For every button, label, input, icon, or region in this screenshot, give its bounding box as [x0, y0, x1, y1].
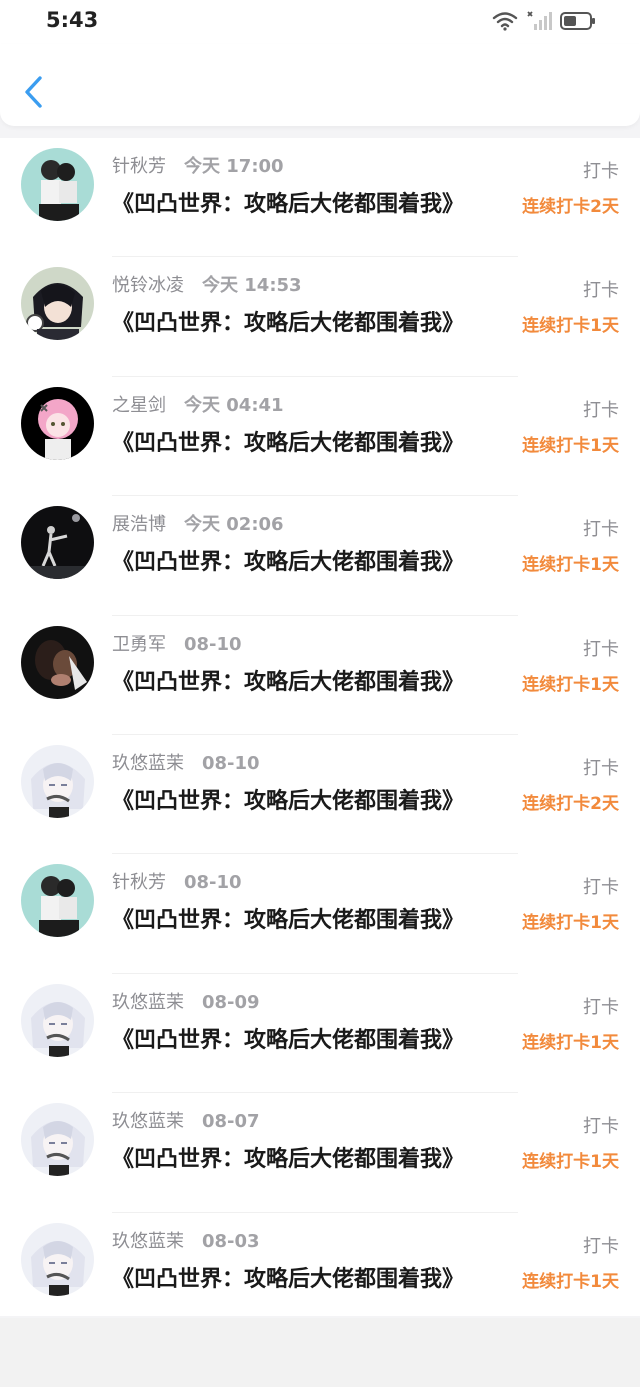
- user-name[interactable]: 悦铃冰凌: [112, 275, 184, 296]
- checkin-time: 08-10: [184, 872, 242, 894]
- checkin-label: 打卡: [583, 519, 619, 541]
- list-item[interactable]: 悦铃冰凌 今天 14:53 《凹凸世界：攻略后大佬都围着我》 打卡连续打卡1天: [0, 257, 640, 377]
- avatar[interactable]: [21, 148, 94, 221]
- list-item[interactable]: 展浩博 今天 02:06 《凹凸世界：攻略后大佬都围着我》 打卡连续打卡1天: [0, 496, 640, 616]
- back-button[interactable]: [18, 72, 52, 112]
- book-title: 《凹凸世界：攻略后大佬都围着我》: [112, 550, 465, 576]
- item-meta: 展浩博 今天 02:06: [112, 510, 284, 536]
- item-meta: 悦铃冰凌 今天 14:53: [112, 271, 302, 297]
- streak-badge: 连续打卡1天: [522, 1032, 619, 1053]
- item-meta: 玖悠蓝茉 08-10: [112, 749, 260, 775]
- item-meta: 玖悠蓝茉 08-03: [112, 1227, 260, 1253]
- streak-badge: 连续打卡1天: [522, 1152, 619, 1173]
- list-item[interactable]: 玖悠蓝茉 08-07 《凹凸世界：攻略后大佬都围着我》 打卡连续打卡1天: [0, 1093, 640, 1213]
- book-title: 《凹凸世界：攻略后大佬都围着我》: [112, 908, 465, 934]
- user-name[interactable]: 玖悠蓝茉: [112, 992, 184, 1013]
- streak-badge: 连续打卡2天: [522, 197, 619, 217]
- battery-icon: [560, 12, 595, 30]
- avatar[interactable]: [21, 625, 94, 699]
- user-name[interactable]: 针秋芳: [112, 872, 166, 893]
- footer-area: [0, 1318, 640, 1387]
- avatar[interactable]: [21, 983, 94, 1057]
- checkin-label: 打卡: [583, 757, 619, 779]
- book-title: 《凹凸世界：攻略后大佬都围着我》: [112, 192, 465, 217]
- list-item[interactable]: 针秋芳 今天 17:00 《凹凸世界：攻略后大佬都围着我》 打卡连续打卡2天: [0, 138, 640, 258]
- checkin-label: 打卡: [583, 1235, 619, 1257]
- status-icons: [492, 10, 596, 32]
- item-meta: 针秋芳 08-10: [112, 868, 242, 894]
- avatar[interactable]: [21, 864, 94, 938]
- avatar[interactable]: [21, 386, 94, 460]
- streak-badge: 连续打卡1天: [522, 435, 619, 456]
- checkin-time: 今天 17:00: [184, 156, 284, 177]
- list-item[interactable]: 玖悠蓝茉 08-09 《凹凸世界：攻略后大佬都围着我》 打卡连续打卡1天: [0, 974, 640, 1094]
- book-title: 《凹凸世界：攻略后大佬都围着我》: [112, 1027, 465, 1053]
- avatar[interactable]: [21, 506, 94, 580]
- streak-badge: 连续打卡1天: [522, 316, 619, 337]
- user-name[interactable]: 玖悠蓝茉: [112, 1111, 184, 1132]
- book-title: 《凹凸世界：攻略后大佬都围着我》: [112, 1147, 465, 1173]
- user-name[interactable]: 针秋芳: [112, 156, 166, 177]
- book-title: 《凹凸世界：攻略后大佬都围着我》: [112, 669, 465, 695]
- checkin-label: 打卡: [583, 996, 619, 1018]
- user-name[interactable]: 卫勇军: [112, 634, 166, 655]
- streak-badge: 连续打卡1天: [522, 674, 619, 695]
- user-name[interactable]: 之星剑: [112, 395, 166, 416]
- checkin-label: 打卡: [583, 280, 619, 302]
- list-item[interactable]: 玖悠蓝茉 08-03 《凹凸世界：攻略后大佬都围着我》 打卡连续打卡1天: [0, 1213, 640, 1332]
- checkin-time: 今天 14:53: [202, 275, 302, 297]
- avatar[interactable]: [21, 267, 94, 341]
- checkin-time: 08-03: [202, 1230, 260, 1252]
- checkin-time: 08-07: [202, 1111, 260, 1133]
- user-name[interactable]: 玖悠蓝茉: [112, 1231, 184, 1252]
- book-title: 《凹凸世界：攻略后大佬都围着我》: [112, 788, 465, 814]
- checkin-label: 打卡: [583, 399, 619, 421]
- avatar[interactable]: [21, 1103, 94, 1177]
- item-meta: 卫勇军 08-10: [112, 630, 242, 656]
- checkin-label: 打卡: [583, 161, 619, 182]
- book-title: 《凹凸世界：攻略后大佬都围着我》: [112, 430, 465, 456]
- list-item[interactable]: 玖悠蓝茉 08-10 《凹凸世界：攻略后大佬都围着我》 打卡连续打卡2天: [0, 735, 640, 855]
- list-item[interactable]: 之星剑 今天 04:41 《凹凸世界：攻略后大佬都围着我》 打卡连续打卡1天: [0, 377, 640, 497]
- item-meta: 玖悠蓝茉 08-07: [112, 1107, 260, 1133]
- avatar[interactable]: [21, 744, 94, 818]
- user-name[interactable]: 玖悠蓝茉: [112, 753, 184, 774]
- checkin-label: 打卡: [583, 638, 619, 660]
- status-time: 5:43: [46, 8, 99, 32]
- checkin-time: 08-09: [202, 991, 260, 1013]
- item-meta: 针秋芳 今天 17:00: [112, 152, 284, 178]
- checkin-label: 打卡: [583, 877, 619, 899]
- streak-badge: 连续打卡1天: [522, 555, 619, 576]
- list-item[interactable]: 卫勇军 08-10 《凹凸世界：攻略后大佬都围着我》 打卡连续打卡1天: [0, 616, 640, 735]
- checkin-time: 今天 04:41: [184, 394, 284, 416]
- book-title: 《凹凸世界：攻略后大佬都围着我》: [112, 1266, 465, 1292]
- streak-badge: 连续打卡1天: [522, 1271, 619, 1292]
- status-bar: 5:43: [0, 0, 640, 44]
- streak-badge: 连续打卡1天: [522, 913, 619, 934]
- item-meta: 玖悠蓝茉 08-09: [112, 988, 260, 1014]
- checkin-time: 08-10: [184, 633, 242, 655]
- chevron-left-icon: [25, 76, 42, 108]
- user-name[interactable]: 展浩博: [112, 514, 166, 535]
- avatar[interactable]: [21, 1222, 94, 1296]
- nav-bar: [0, 44, 640, 126]
- checkin-list: 针秋芳 今天 17:00 《凹凸世界：攻略后大佬都围着我》 打卡 连续打卡2天 悦铃冰凌今…: [0, 138, 640, 1332]
- item-meta: 之星剑 今天 04:41: [112, 391, 284, 417]
- list-item[interactable]: 针秋芳 08-10 《凹凸世界：攻略后大佬都围着我》 打卡连续打卡1天: [0, 854, 640, 974]
- streak-badge: 连续打卡2天: [522, 793, 619, 814]
- book-title: 《凹凸世界：攻略后大佬都围着我》: [112, 311, 465, 337]
- checkin-time: 今天 02:06: [184, 514, 284, 536]
- checkin-label: 打卡: [583, 1116, 619, 1138]
- checkin-time: 08-10: [202, 752, 260, 774]
- wifi-icon: [492, 12, 518, 31]
- signal-icon: [527, 11, 552, 30]
